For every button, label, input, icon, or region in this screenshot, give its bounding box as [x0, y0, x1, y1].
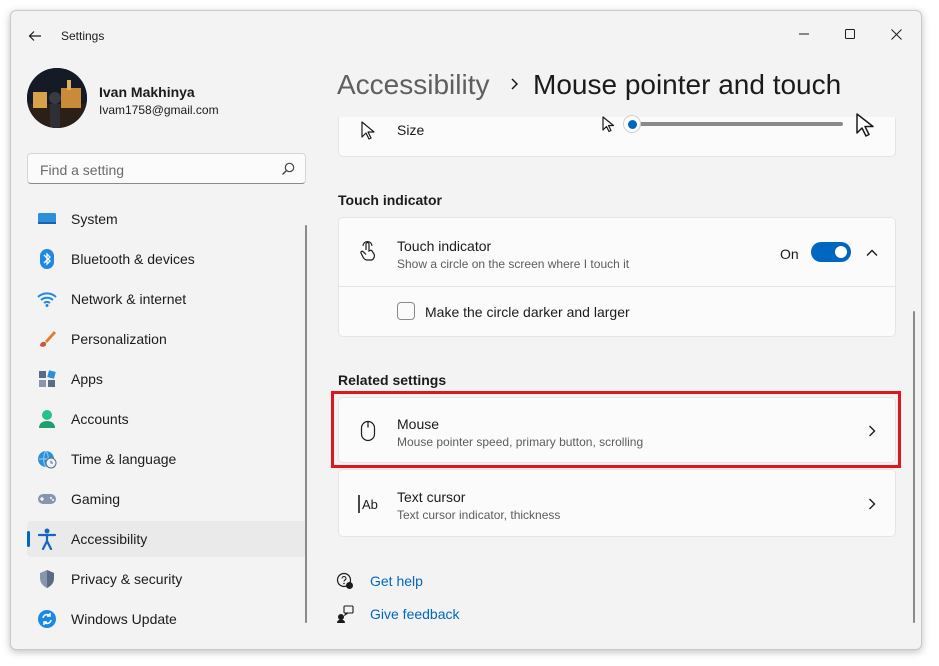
update-icon: [37, 609, 57, 629]
touch-indicator-desc: Show a circle on the screen where I touc…: [397, 257, 630, 271]
touch-indicator-title: Touch indicator: [397, 238, 492, 254]
size-slider-thumb[interactable]: [623, 115, 641, 133]
back-button[interactable]: [23, 24, 47, 48]
close-icon: [890, 28, 902, 40]
sidebar-item-bluetooth[interactable]: Bluetooth & devices: [27, 241, 307, 277]
search-input[interactable]: [38, 160, 272, 180]
size-label: Size: [397, 122, 425, 138]
system-icon: [37, 209, 57, 229]
sidebar-item-network[interactable]: Network & internet: [27, 281, 307, 317]
back-arrow-icon: [28, 31, 41, 41]
sidebar-item-system[interactable]: System: [27, 201, 307, 237]
bluetooth-icon: [37, 249, 57, 269]
shield-icon: [37, 569, 57, 589]
sidebar-item-label: Accessibility: [71, 531, 148, 547]
chevron-right-icon: [869, 498, 876, 510]
sidebar-item-label: System: [71, 211, 118, 227]
user-name: Ivan Makhinya: [99, 84, 195, 100]
app-title: Settings: [61, 29, 105, 43]
sidebar-nav: System Bluetooth & devices Network & int…: [27, 201, 307, 641]
close-button[interactable]: [873, 19, 919, 49]
divider: [339, 286, 895, 287]
user-email: Ivam1758@gmail.com: [99, 103, 219, 117]
mouse-desc: Mouse pointer speed, primary button, scr…: [397, 435, 644, 449]
sidebar-item-label: Windows Update: [71, 611, 177, 627]
touch-indicator-card: Touch indicator Show a circle on the scr…: [338, 217, 896, 337]
mouse-title: Mouse: [397, 416, 440, 432]
sidebar-item-accessibility[interactable]: Accessibility: [27, 521, 307, 557]
main-scrollbar[interactable]: [913, 311, 915, 623]
page-title: Mouse pointer and touch: [533, 69, 842, 100]
related-item-mouse[interactable]: Mouse Mouse pointer speed, primary butto…: [338, 397, 896, 463]
brush-icon: [37, 329, 57, 349]
sidebar-item-personalization[interactable]: Personalization: [27, 321, 307, 357]
feedback-icon: [337, 605, 354, 623]
sidebar-item-time-language[interactable]: Time & language: [27, 441, 307, 477]
settings-window: Settings Ivan Makhinya Ivam1758@gmail.co…: [10, 10, 922, 650]
help-icon: [336, 572, 353, 589]
search-icon: [282, 162, 295, 175]
chevron-right-icon: [869, 425, 876, 437]
sidebar-item-windows-update[interactable]: Windows Update: [27, 601, 307, 637]
text-cursor-icon: Ab: [357, 493, 379, 515]
sidebar-item-gaming[interactable]: Gaming: [27, 481, 307, 517]
get-help-link[interactable]: Get help: [370, 573, 423, 589]
maximize-icon: [845, 29, 855, 39]
sidebar-item-label: Accounts: [71, 411, 129, 427]
avatar[interactable]: [27, 68, 87, 128]
give-feedback-link[interactable]: Give feedback: [370, 606, 460, 622]
sidebar-item-label: Time & language: [71, 451, 177, 467]
account-icon: [37, 409, 57, 429]
wifi-icon: [37, 289, 57, 309]
sidebar-item-label: Network & internet: [71, 291, 187, 307]
sidebar-item-label: Privacy & security: [71, 571, 183, 587]
chevron-up-icon[interactable]: [865, 246, 879, 260]
sidebar-scrollbar[interactable]: [305, 225, 307, 623]
search-box[interactable]: [27, 153, 306, 184]
size-slider-track[interactable]: [635, 122, 843, 126]
sidebar-item-label: Apps: [71, 371, 103, 387]
checkbox-label: Make the circle darker and larger: [425, 304, 630, 320]
sidebar-item-privacy-security[interactable]: Privacy & security: [27, 561, 307, 597]
avatar-photo: [27, 68, 87, 128]
svg-text:Ab: Ab: [362, 497, 378, 512]
large-pointer-icon: [856, 113, 874, 137]
breadcrumb-parent[interactable]: Accessibility: [337, 69, 489, 101]
touch-icon: [357, 240, 379, 262]
globe-clock-icon: [37, 449, 57, 469]
sidebar-item-apps[interactable]: Apps: [27, 361, 307, 397]
toggle-state-label: On: [780, 246, 799, 262]
chevron-right-icon: [511, 78, 519, 90]
accessibility-icon: [37, 528, 57, 550]
gamepad-icon: [37, 489, 57, 509]
text-cursor-desc: Text cursor indicator, thickness: [397, 508, 561, 522]
touch-section-title: Touch indicator: [338, 192, 442, 208]
touch-indicator-toggle[interactable]: [811, 242, 851, 262]
sidebar-item-label: Gaming: [71, 491, 121, 507]
related-settings-title: Related settings: [338, 372, 447, 388]
sidebar-item-label: Personalization: [71, 331, 167, 347]
maximize-button[interactable]: [827, 19, 873, 49]
related-item-text-cursor[interactable]: Ab Text cursor Text cursor indicator, th…: [338, 469, 896, 537]
apps-icon: [37, 369, 57, 389]
minimize-button[interactable]: [781, 19, 827, 49]
minimize-icon: [799, 33, 809, 35]
sidebar-item-accounts[interactable]: Accounts: [27, 401, 307, 437]
darker-circle-checkbox[interactable]: [397, 302, 415, 320]
text-cursor-title: Text cursor: [397, 489, 466, 505]
pointer-icon: [357, 120, 379, 142]
sidebar-item-label: Bluetooth & devices: [71, 251, 195, 267]
mouse-icon: [357, 420, 379, 442]
small-pointer-icon: [602, 116, 615, 133]
title-bar: Settings: [11, 11, 921, 57]
